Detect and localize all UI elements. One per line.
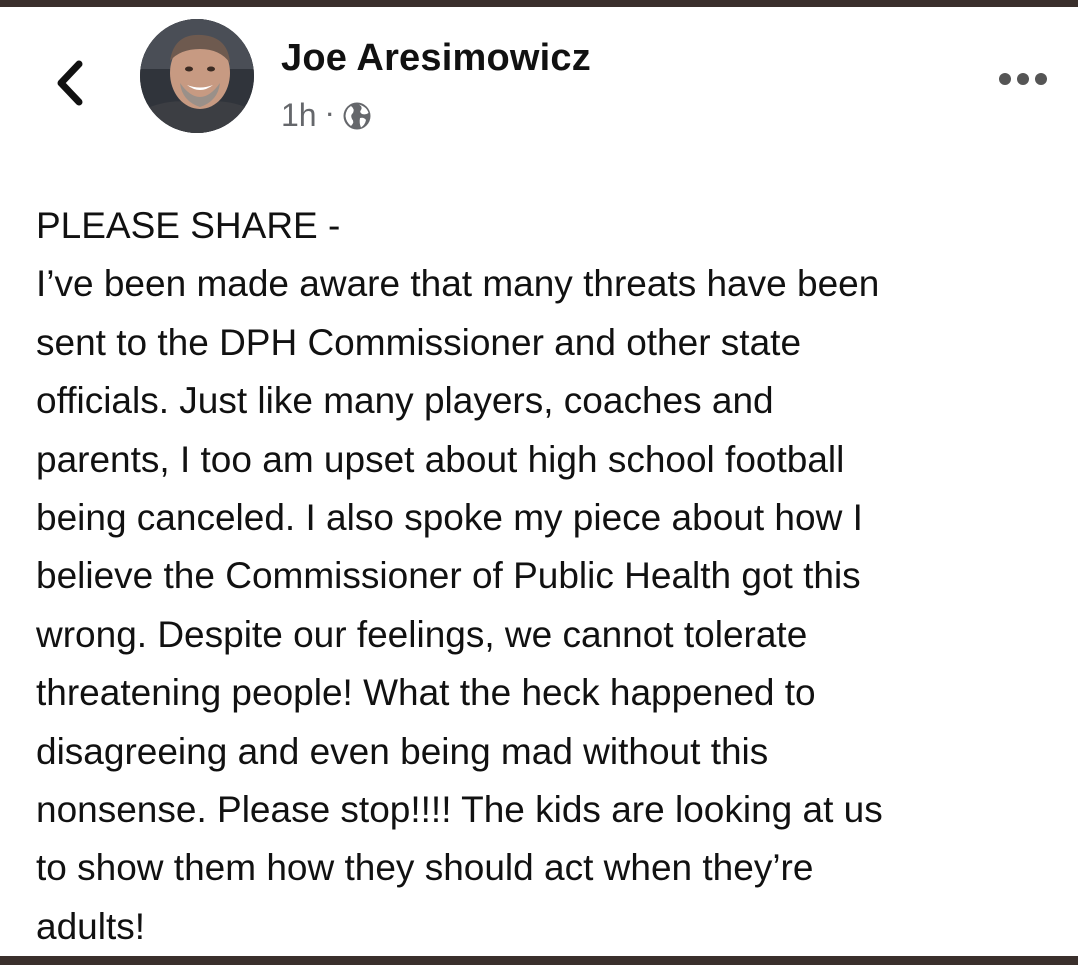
more-options-icon xyxy=(999,73,1047,85)
author-name[interactable]: Joe Aresimowicz xyxy=(281,37,591,80)
globe-icon[interactable] xyxy=(342,101,372,131)
meta-separator: · xyxy=(326,102,334,127)
post-timestamp[interactable]: 1h xyxy=(281,97,317,134)
more-options-button[interactable] xyxy=(996,59,1050,99)
post-meta: 1h · xyxy=(281,95,372,135)
avatar-photo xyxy=(140,19,254,133)
author-avatar[interactable] xyxy=(140,19,254,133)
back-button[interactable] xyxy=(44,55,94,111)
chevron-left-icon xyxy=(57,60,83,106)
post-card: Joe Aresimowicz 1h · PLEASE SHARE - I’ve… xyxy=(0,7,1078,956)
post-text: PLEASE SHARE - I’ve been made aware that… xyxy=(36,205,883,947)
